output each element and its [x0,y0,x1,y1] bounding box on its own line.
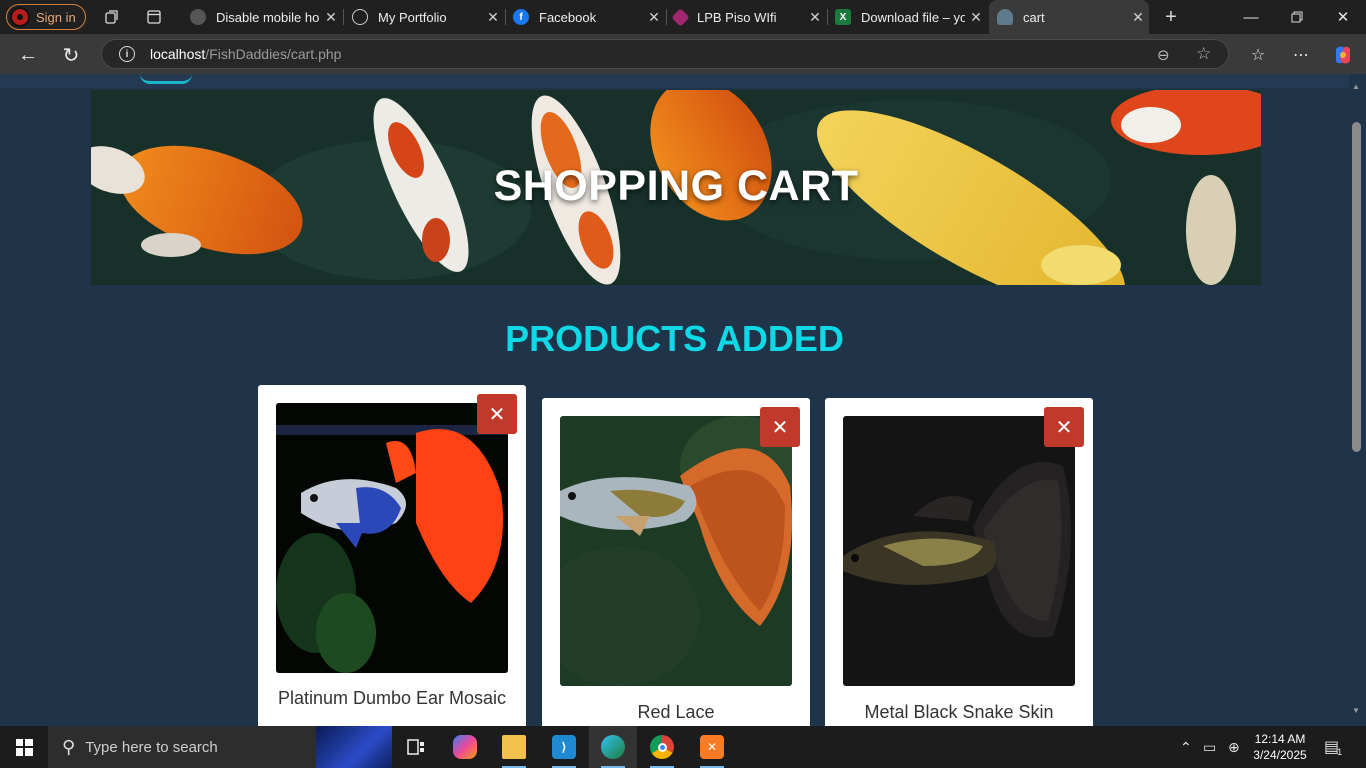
tab-my-portfolio[interactable]: My Portfolio ✕ [344,0,504,34]
vscode-icon[interactable]: ⟩ [540,726,588,768]
battery-icon[interactable]: ▭ [1203,726,1216,768]
scrollbar-thumb[interactable] [1352,122,1361,452]
profile-signin-button[interactable]: Sign in [6,4,86,30]
system-clock[interactable]: 12:14 AM 3/24/2025 [1244,731,1316,763]
back-arrow-icon[interactable]: ← [14,41,42,69]
page-viewport: SHOPPING CART PRODUCTS ADDED ✕ Platinum … [0,74,1349,726]
close-tab-icon[interactable]: ✕ [804,9,826,26]
xampp-icon[interactable]: ✕ [688,726,736,768]
search-highlight-image [316,726,392,768]
close-tab-icon[interactable]: ✕ [320,9,342,26]
remove-item-button[interactable]: ✕ [477,394,517,434]
site-logo[interactable] [140,74,192,84]
file-explorer-icon[interactable] [490,726,538,768]
signin-label: Sign in [36,9,76,25]
close-tab-icon[interactable]: ✕ [643,9,665,26]
remove-item-button[interactable]: ✕ [760,407,800,447]
favorites-icon[interactable]: ☆ [1244,41,1272,69]
product-image [276,403,508,673]
clock-time: 12:14 AM [1254,732,1306,746]
tab-title: cart [1023,9,1045,25]
favorite-star-icon[interactable]: ☆ [1196,44,1211,64]
tab-actions-icon[interactable] [145,8,163,26]
minimize-icon[interactable]: — [1228,0,1274,34]
cart-product-card: ✕ Platinum Dumbo Ear Mosaic [258,385,526,726]
tab-title: Facebook [539,9,597,25]
tab-facebook[interactable]: f Facebook ✕ [505,0,665,34]
workspaces-icon[interactable] [103,8,121,26]
tab-title: My Portfolio [378,9,447,25]
browser-tab-bar: Sign in Disable mobile hor ✕ My Portfoli… [0,0,1366,34]
tab-download-file[interactable]: X Download file – yo ✕ [827,0,987,34]
search-icon: ⚲ [62,736,76,757]
restore-icon[interactable] [1274,0,1320,34]
new-tab-icon[interactable]: + [1162,6,1180,28]
taskbar-search[interactable]: ⚲ Type here to search [48,726,392,768]
product-name: Metal Black Snake Skin [864,702,1054,722]
tab-title: Download file – yo [861,9,965,25]
edge-icon[interactable] [589,726,637,768]
tab-title: LPB Piso WIfi [697,9,777,25]
windows-logo-icon [15,738,33,756]
url-host: localhost [150,46,206,62]
clock-date: 3/24/2025 [1253,748,1307,762]
hero-title: SHOPPING CART [493,162,859,210]
excel-icon: X [835,9,851,25]
cart-product-card: ✕ Red Lace [542,398,810,726]
navbar-edge [0,74,1349,88]
wifi-portal-icon [671,7,690,27]
windows-taskbar: ⚲ Type here to search ⟩ ✕ ⌃ ▭ ⊕ 12:14 AM… [0,726,1366,768]
tab-cart[interactable]: cart ✕ [989,0,1149,34]
more-options-icon[interactable]: ⋯ [1287,41,1315,69]
url-path: /FishDaddies/cart.php [205,46,342,62]
notification-count: 1 [1337,747,1343,757]
hero-banner: SHOPPING CART [91,90,1261,285]
cart-product-card: ✕ Metal Black Snake Skin [825,398,1093,726]
product-name: Platinum Dumbo Ear Mosaic [277,688,507,708]
scroll-down-icon[interactable]: ▼ [1352,706,1360,715]
notifications-icon[interactable]: ▤ 1 [1324,726,1342,768]
page-scrollbar[interactable]: ▲ ▼ [1349,74,1366,726]
copilot-taskbar-icon[interactable] [441,726,489,768]
close-tab-icon[interactable]: ✕ [965,9,987,26]
close-tab-icon[interactable]: ✕ [1127,9,1149,26]
product-image [560,416,792,686]
tab-disable-mobile[interactable]: Disable mobile hor ✕ [182,0,342,34]
facebook-icon: f [513,9,529,25]
tab-lpb-piso-wifi[interactable]: LPB Piso WIfi ✕ [666,0,826,34]
fish-icon [997,9,1013,25]
profile-avatar-icon [10,7,30,27]
products-added-heading: PRODUCTS ADDED [505,318,844,359]
close-tab-icon[interactable]: ✕ [482,9,504,26]
chrome-icon[interactable] [638,726,686,768]
product-image [843,416,1075,686]
copilot-icon[interactable] [1329,41,1357,69]
close-window-icon[interactable]: ✕ [1320,0,1366,34]
browser-toolbar: ← ↻ i localhost/FishDaddies/cart.php ⊖ ☆… [0,34,1366,74]
show-hidden-icons-icon[interactable]: ⌃ [1180,726,1192,768]
start-button[interactable] [0,726,48,768]
tab-title: Disable mobile hor [216,9,320,25]
network-globe-icon[interactable]: ⊕ [1228,726,1240,768]
task-view-icon[interactable] [392,726,440,768]
address-bar[interactable]: i localhost/FishDaddies/cart.php ⊖ ☆ [101,39,1229,69]
refresh-icon[interactable]: ↻ [57,41,85,69]
zoom-out-icon[interactable]: ⊖ [1157,46,1170,64]
remove-item-button[interactable]: ✕ [1044,407,1084,447]
globe-icon [352,9,368,25]
search-placeholder: Type here to search [85,738,218,756]
url-text: localhost/FishDaddies/cart.php [150,46,341,62]
settings-globe-icon [190,9,206,25]
site-info-icon[interactable]: i [119,46,135,62]
product-name: Red Lace [637,702,715,722]
scroll-up-icon[interactable]: ▲ [1352,82,1360,91]
